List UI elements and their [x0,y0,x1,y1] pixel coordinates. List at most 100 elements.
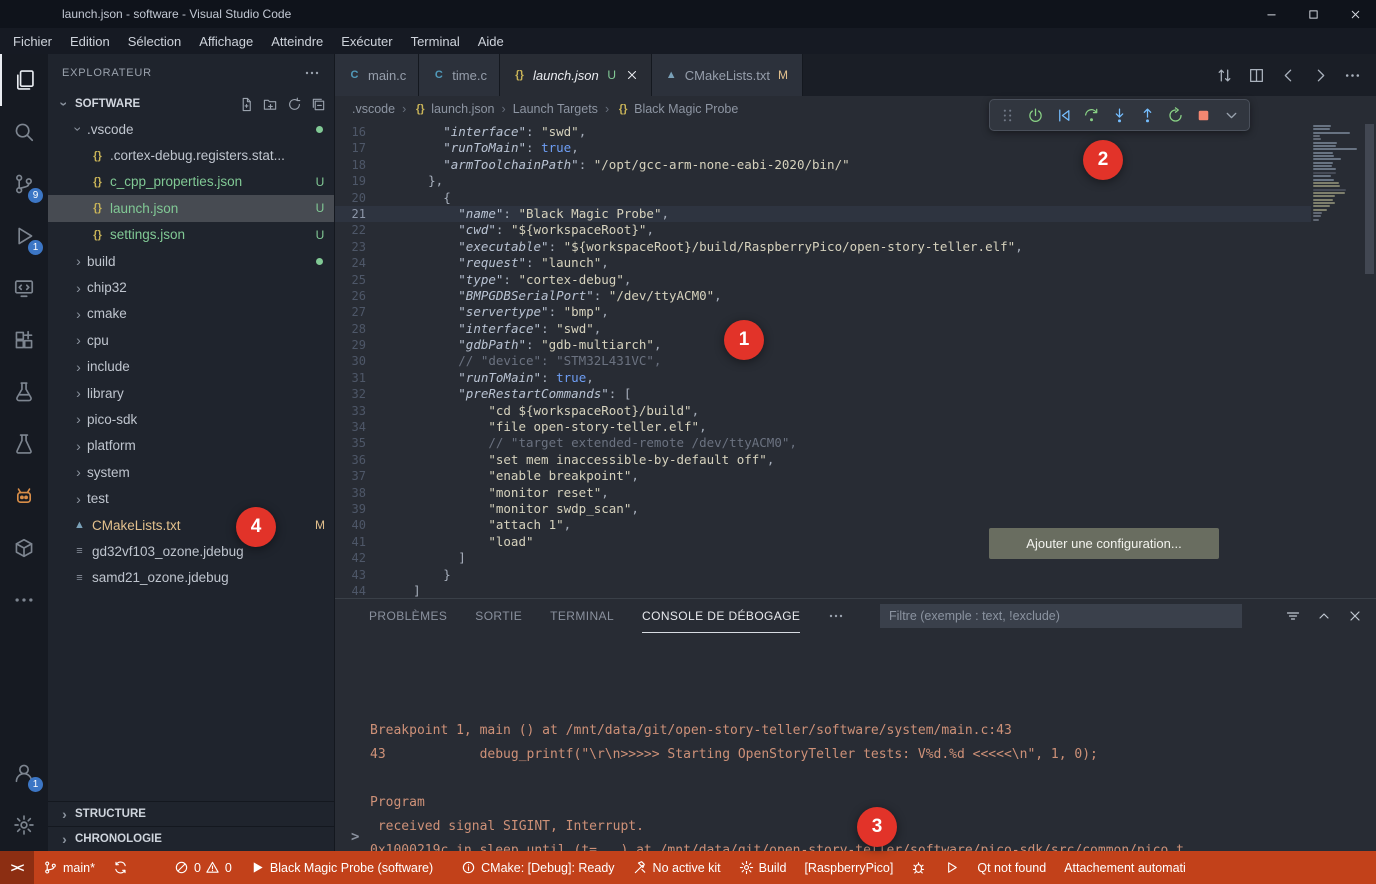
status-item-cmake-status[interactable]: CMake: [Debug]: Ready [452,851,623,884]
status-item-run[interactable] [935,851,968,884]
line-number[interactable]: 23 [335,239,383,255]
tree-item-test[interactable]: ›test [48,485,334,511]
new-folder-icon[interactable] [263,97,278,112]
panel-tab-terminal[interactable]: TERMINAL [550,599,614,633]
code-line[interactable]: 27 "servertype": "bmp", [335,304,1311,320]
close-icon[interactable] [1347,608,1363,624]
tree-item-c-cpp-properties-json[interactable]: {}c_cpp_properties.jsonU [48,169,334,195]
line-number[interactable]: 31 [335,370,383,386]
breadcrumb-item-vscode[interactable]: .vscode [352,102,395,116]
line-number[interactable]: 35 [335,435,383,451]
line-number[interactable]: 20 [335,190,383,206]
tab-close-icon[interactable] [625,68,639,82]
activity-remote-explorer[interactable] [0,262,48,314]
status-item-auto-attach[interactable]: Attachement automati [1055,851,1195,884]
code-line[interactable]: 30 // "device": "STM32L431VC", [335,353,1311,369]
forward-icon[interactable] [1312,67,1329,84]
tree-item-platform[interactable]: ›platform [48,433,334,459]
power-icon[interactable] [1022,102,1049,128]
new-file-icon[interactable] [239,97,254,112]
panel-tab-sortie[interactable]: SORTIE [475,599,522,633]
section-chronologie[interactable]: ›CHRONOLOGIE [48,826,334,851]
menu-item-edition[interactable]: Edition [61,28,119,54]
console-prompt[interactable]: > [351,825,359,849]
tree-item-build[interactable]: ›build [48,248,334,274]
line-number[interactable]: 33 [335,403,383,419]
line-number[interactable]: 30 [335,353,383,369]
line-number[interactable]: 29 [335,337,383,353]
code-line[interactable]: 35 // "target extended-remote /dev/ttyAC… [335,435,1311,451]
chevron-up-icon[interactable] [1316,608,1332,624]
panel-overflow-icon[interactable] [828,608,844,624]
step-out-icon[interactable] [1134,102,1161,128]
code-line[interactable]: 39 "monitor swdp_scan", [335,501,1311,517]
code-line[interactable]: 44 ] [335,583,1311,599]
line-number[interactable]: 24 [335,255,383,271]
tree-item-vscode[interactable]: ›.vscode [48,116,334,142]
explorer-more-icon[interactable] [304,65,320,81]
code-line[interactable]: 21 "name": "Black Magic Probe", [335,206,1311,222]
panel-tab-probl-mes[interactable]: PROBLÈMES [369,599,447,633]
status-item-kit[interactable]: No active kit [624,851,730,884]
status-item-errors[interactable]: 0 [165,851,203,884]
status-item-variant[interactable]: [RaspberryPico] [795,851,902,884]
panel-tab-console-de-d-bogage[interactable]: CONSOLE DE DÉBOGAGE [642,599,800,633]
scrollbar-thumb[interactable] [1365,124,1374,274]
code-line[interactable]: 23 "executable": "${workspaceRoot}/build… [335,239,1311,255]
minimize-button[interactable] [1250,0,1292,28]
line-number[interactable]: 22 [335,222,383,238]
tree-item-cpu[interactable]: ›cpu [48,327,334,353]
code-line[interactable]: 28 "interface": "swd", [335,321,1311,337]
section-structure[interactable]: ›STRUCTURE [48,801,334,826]
stop-icon[interactable] [1190,102,1217,128]
tree-item-cmakelists-txt[interactable]: ▲CMakeLists.txtM [48,512,334,538]
line-number[interactable]: 25 [335,272,383,288]
line-number[interactable]: 38 [335,485,383,501]
status-item-build[interactable]: Build [730,851,796,884]
line-number[interactable]: 36 [335,452,383,468]
workspace-section-header[interactable]: › SOFTWARE [48,92,334,116]
code-line[interactable]: 24 "request": "launch", [335,255,1311,271]
line-number[interactable]: 37 [335,468,383,484]
tree-item-gd32vf103-ozone-jdebug[interactable]: ≡gd32vf103_ozone.jdebug [48,538,334,564]
code-line[interactable]: 18 "armToolchainPath": "/opt/gcc-arm-non… [335,157,1311,173]
status-item-warnings[interactable]: 0 [203,851,241,884]
filter-lines-icon[interactable] [1285,608,1301,624]
status-item-sync[interactable] [104,851,137,884]
tab-launch-json[interactable]: {}launch.jsonU [500,54,652,96]
tree-item-samd21-ozone-jdebug[interactable]: ≡samd21_ozone.jdebug [48,565,334,591]
step-into-icon[interactable] [1106,102,1133,128]
code-line[interactable]: 29 "gdbPath": "gdb-multiarch", [335,337,1311,353]
code-line[interactable]: 43 } [335,567,1311,583]
back-icon[interactable] [1280,67,1297,84]
tab-cmakelists-txt[interactable]: ▲CMakeLists.txtM [652,54,803,96]
activity-cmake-tools[interactable] [0,418,48,470]
menu-item-s-lection[interactable]: Sélection [119,28,190,54]
line-number[interactable]: 17 [335,140,383,156]
ellipsis-icon[interactable] [1344,67,1361,84]
activity-source-control[interactable]: 9 [0,158,48,210]
code-line[interactable]: 22 "cwd": "${workspaceRoot}", [335,222,1311,238]
code-line[interactable]: 32 "preRestartCommands": [ [335,386,1311,402]
line-number[interactable]: 34 [335,419,383,435]
tab-time-c[interactable]: Ctime.c [419,54,500,96]
tree-item-system[interactable]: ›system [48,459,334,485]
menu-item-terminal[interactable]: Terminal [402,28,469,54]
line-number[interactable]: 27 [335,304,383,320]
tree-item-library[interactable]: ›library [48,380,334,406]
code-line[interactable]: 31 "runToMain": true, [335,370,1311,386]
line-number[interactable]: 40 [335,517,383,533]
status-item-debug-target[interactable]: Black Magic Probe (software) [241,851,442,884]
activity-test[interactable] [0,366,48,418]
code-line[interactable]: 26 "BMPGDBSerialPort": "/dev/ttyACM0", [335,288,1311,304]
gripper-icon[interactable] [994,102,1021,128]
activity-platformio[interactable] [0,470,48,522]
line-number[interactable]: 44 [335,583,383,599]
step-over-icon[interactable] [1078,102,1105,128]
status-item-git-branch[interactable]: main* [34,851,104,884]
code-line[interactable]: 34 "file open-story-teller.elf", [335,419,1311,435]
breadcrumb-item-launch-targets[interactable]: Launch Targets [513,102,598,116]
breadcrumb-item-black-magic-probe[interactable]: {}Black Magic Probe [616,102,738,116]
tree-item-launch-json[interactable]: {}launch.jsonU [48,195,334,221]
menu-item-atteindre[interactable]: Atteindre [262,28,332,54]
